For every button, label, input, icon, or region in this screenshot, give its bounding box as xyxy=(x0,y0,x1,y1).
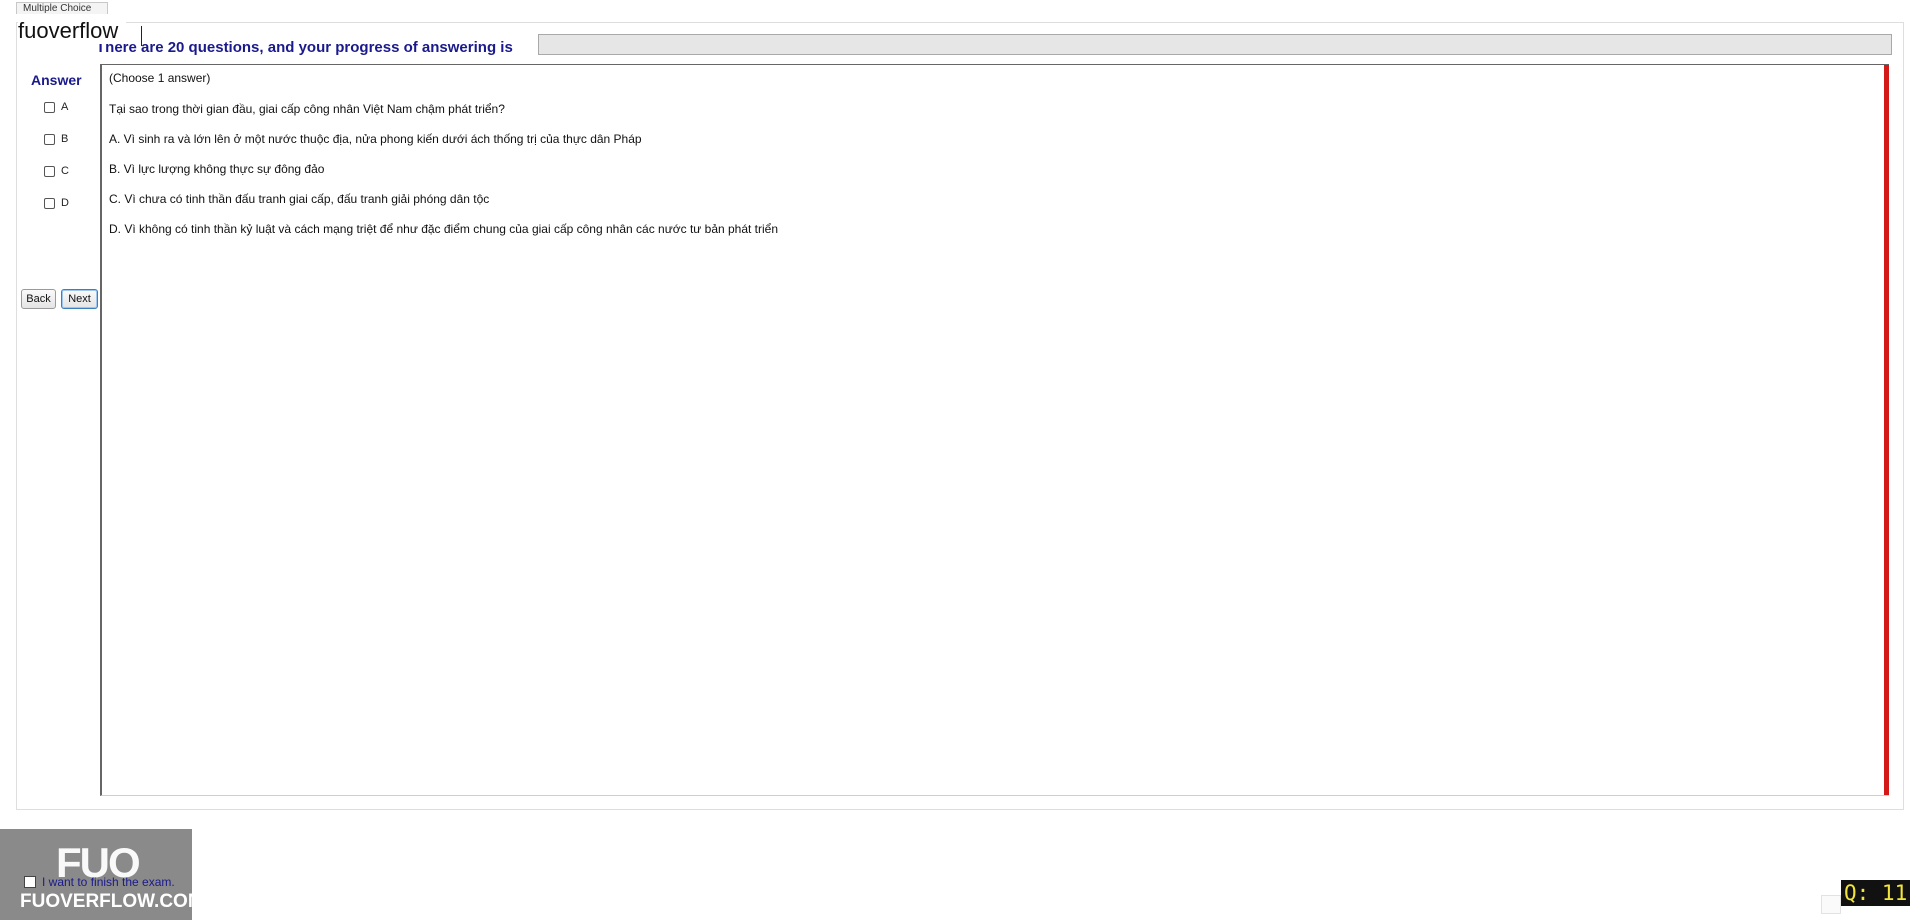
option-label-a: A xyxy=(61,101,69,113)
logo-mark: FUO xyxy=(56,839,141,886)
progress-bar xyxy=(538,34,1892,55)
choice-b-text: B. Vì lực lượng không thực sự đông đảo xyxy=(109,162,325,176)
answer-option-a[interactable]: A xyxy=(44,99,68,115)
text-caret xyxy=(141,26,142,46)
answer-option-b[interactable]: B xyxy=(44,131,68,147)
option-label-b: B xyxy=(61,133,69,145)
question-instruction: (Choose 1 answer) xyxy=(109,71,211,85)
question-panel: (Choose 1 answer) Tại sao trong thời gia… xyxy=(100,64,1889,796)
checkbox-c[interactable] xyxy=(44,165,55,177)
answer-option-c[interactable]: C xyxy=(44,163,69,179)
checkbox-d[interactable] xyxy=(44,197,55,209)
watermark-text: fuoverflow xyxy=(18,18,127,44)
question-scroll-indicator[interactable] xyxy=(1884,65,1889,795)
checkbox-a[interactable] xyxy=(44,101,55,113)
answer-title: Answer xyxy=(31,72,82,88)
back-button[interactable]: Back xyxy=(21,289,56,309)
tab-label: Multiple Choice xyxy=(23,3,92,14)
answer-option-d[interactable]: D xyxy=(44,195,69,211)
finish-exam-checkbox[interactable] xyxy=(24,876,36,888)
choice-c-text: C. Vì chưa có tinh thần đấu tranh giai c… xyxy=(109,192,490,206)
checkbox-b[interactable] xyxy=(44,133,55,145)
tab-multiple-choice[interactable]: Multiple Choice xyxy=(16,2,108,14)
question-counter: Q: 11 xyxy=(1841,880,1911,906)
choice-a-text: A. Vì sinh ra và lớn lên ở một nước thuộ… xyxy=(109,132,642,146)
small-status-box xyxy=(1821,895,1841,914)
option-label-c: C xyxy=(61,165,69,177)
question-text: Tại sao trong thời gian đầu, giai cấp cô… xyxy=(109,102,505,116)
logo-name: FUOVERFLOW.COM xyxy=(20,891,192,912)
next-button[interactable]: Next xyxy=(61,289,98,309)
choice-d-text: D. Vì không có tinh thần kỷ luật và cách… xyxy=(109,222,779,236)
option-label-d: D xyxy=(61,197,69,209)
progress-label: There are 20 questions, and your progres… xyxy=(96,39,513,56)
